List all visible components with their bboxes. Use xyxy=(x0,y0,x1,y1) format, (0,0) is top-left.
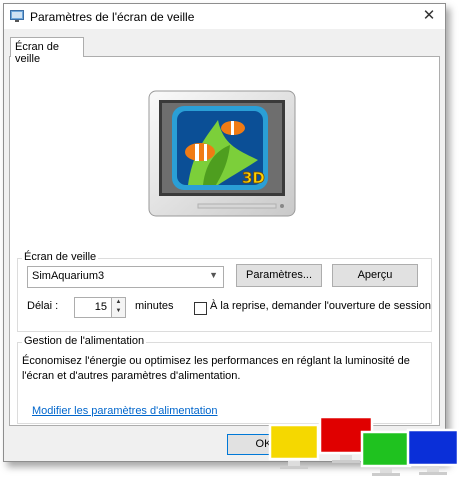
blue-monitor-icon xyxy=(406,428,460,475)
green-monitor-icon xyxy=(360,430,412,476)
delay-label: Délai : xyxy=(27,300,59,312)
window-title: Paramètres de l'écran de veille xyxy=(30,10,195,24)
power-description: Économisez l'énergie ou optimisez les pe… xyxy=(22,354,410,384)
delay-value: 15 xyxy=(94,301,107,313)
power-settings-link[interactable]: Modifier les paramètres d'alimentation xyxy=(32,405,218,417)
tab-label: Écran de veille xyxy=(15,41,60,65)
screensaver-select-value: SimAquarium3 xyxy=(32,270,105,282)
stepper-up-icon[interactable]: ▲ xyxy=(112,298,125,307)
tab-panel: 3D Écran de veille SimAquarium3 ▼ Paramè… xyxy=(9,56,440,426)
power-description-line-1: Économisez l'énergie ou optimisez les pe… xyxy=(22,355,410,367)
screensaver-app-icon xyxy=(10,10,24,22)
settings-button[interactable]: Paramètres... xyxy=(236,264,322,287)
colored-monitors-logo xyxy=(268,415,460,476)
stepper-down-icon[interactable]: ▼ xyxy=(112,307,125,316)
delay-unit: minutes xyxy=(135,300,174,312)
power-description-line-2: l'écran et d'autres paramètres d'aliment… xyxy=(22,370,241,382)
resume-logon-checkbox[interactable] xyxy=(194,302,207,315)
delay-stepper[interactable]: ▲ ▼ xyxy=(111,297,126,318)
screensaver-settings-dialog: Paramètres de l'écran de veille ✕ Écran … xyxy=(3,3,446,462)
delay-input[interactable]: 15 xyxy=(74,297,112,318)
preview-button[interactable]: Aperçu xyxy=(332,264,418,287)
preview-monitor: 3D xyxy=(148,90,296,217)
power-group-title: Gestion de l'alimentation xyxy=(22,335,147,347)
screensaver-select[interactable]: SimAquarium3 ▼ xyxy=(27,266,224,288)
title-bar[interactable]: Paramètres de l'écran de veille ✕ xyxy=(4,4,445,29)
yellow-monitor-icon xyxy=(268,423,320,469)
preview-3d-badge: 3D xyxy=(242,169,265,187)
screensaver-group-title: Écran de veille xyxy=(22,251,99,263)
close-icon[interactable]: ✕ xyxy=(416,6,442,26)
tab-screensaver[interactable]: Écran de veille xyxy=(10,37,84,65)
resume-logon-label[interactable]: À la reprise, demander l'ouverture de se… xyxy=(210,300,431,312)
chevron-down-icon: ▼ xyxy=(209,270,218,280)
